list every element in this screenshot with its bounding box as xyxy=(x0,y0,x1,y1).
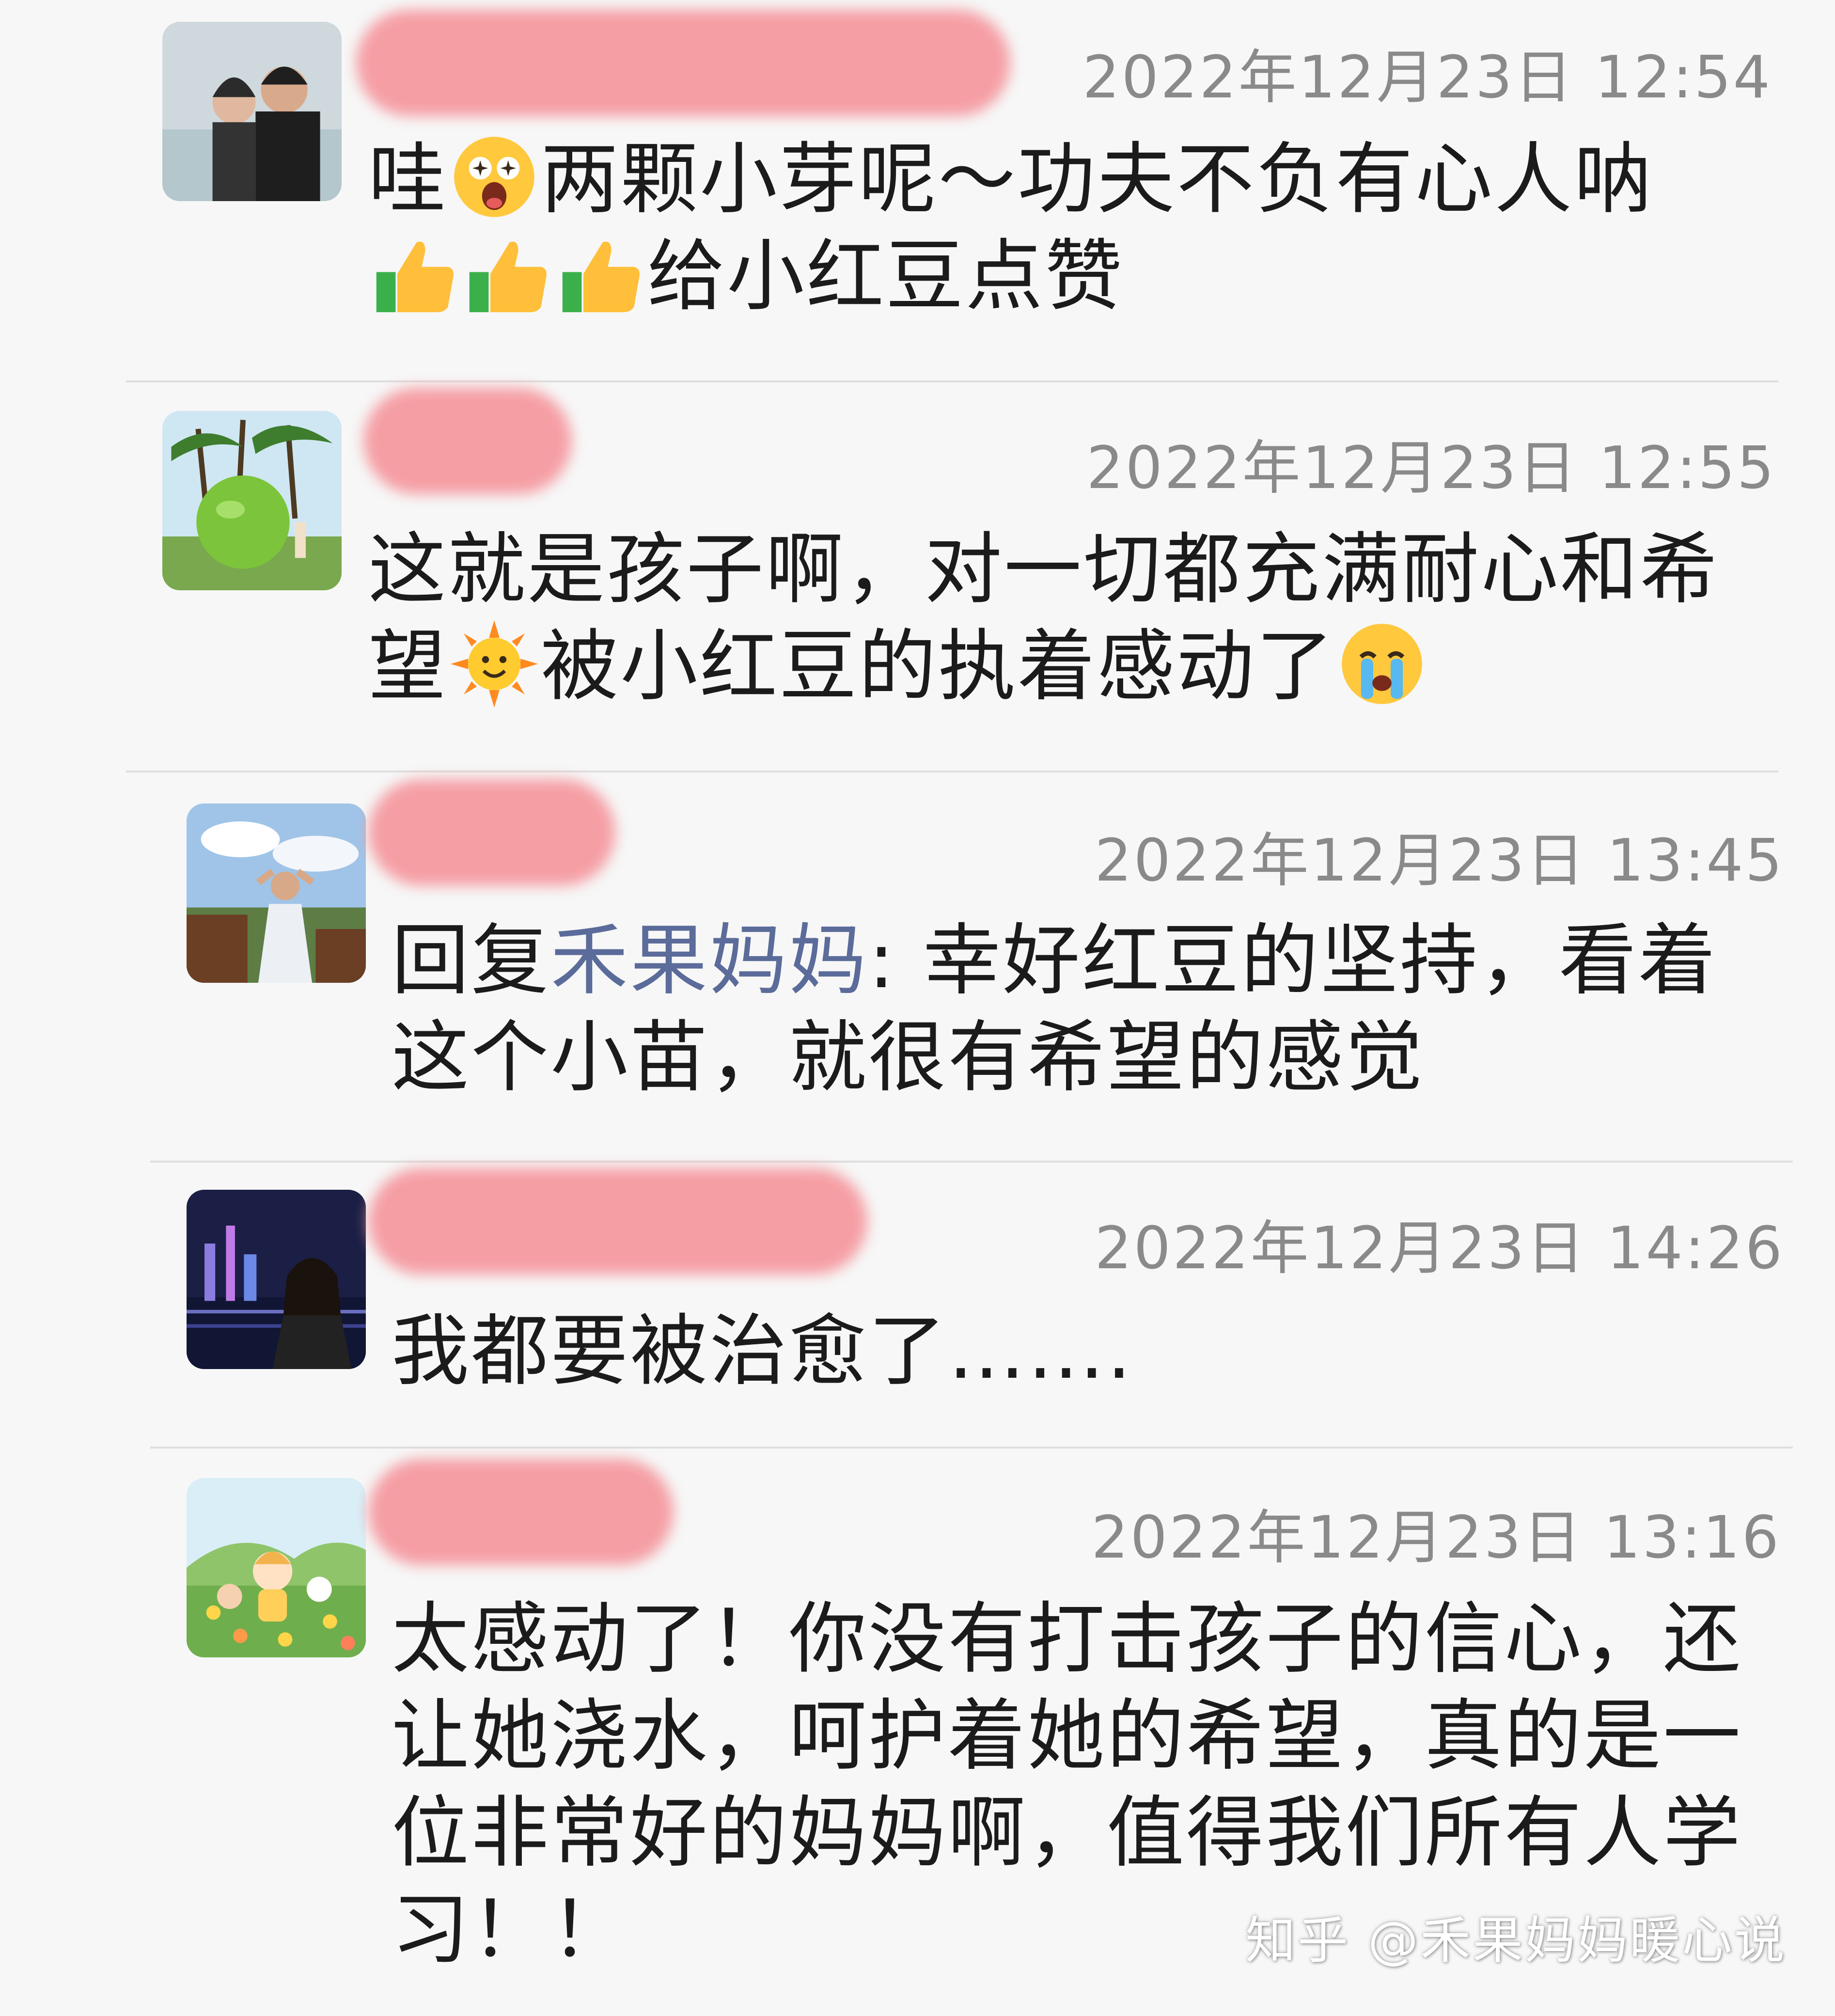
thumbs-up-icon xyxy=(557,230,644,317)
avatar-photo-woman-outdoors xyxy=(187,803,366,983)
avatar[interactable] xyxy=(187,1190,366,1369)
comment-timestamp: 2022年12月23日 14:26 xyxy=(1095,1215,1784,1282)
redacted-username xyxy=(368,1459,674,1565)
redacted-username xyxy=(368,779,615,886)
comment-text: 哇两颗小芽呢～功夫不负有心人呐 给小红豆点赞 xyxy=(368,133,1654,321)
sun-face-icon xyxy=(451,620,538,708)
reply-to-username[interactable]: 禾果妈妈 xyxy=(550,915,868,1006)
redacted-username xyxy=(363,388,572,494)
comment-divider xyxy=(126,771,1778,772)
avatar[interactable] xyxy=(162,411,342,590)
avatar[interactable] xyxy=(162,22,342,201)
comment-text: 回复禾果妈妈: 幸好红豆的坚持，看着这个小苗，就很有希望的感觉 xyxy=(392,915,1718,1102)
comment-divider xyxy=(150,1447,1793,1449)
thumbs-up-icon xyxy=(464,230,551,317)
comment-text: 我都要被治愈了……. xyxy=(392,1306,1133,1396)
reply-prefix: 回复 xyxy=(392,915,551,1006)
avatar-photo-night-city xyxy=(187,1190,366,1369)
redacted-username xyxy=(356,10,1010,116)
comment-timestamp: 2022年12月23日 13:16 xyxy=(1091,1504,1781,1572)
crying-face-icon xyxy=(1338,620,1426,708)
comment-divider xyxy=(126,380,1778,382)
comment-timestamp: 2022年12月23日 12:54 xyxy=(1082,44,1772,111)
comment-timestamp: 2022年12月23日 13:45 xyxy=(1095,827,1784,895)
watermark: 知乎 @禾果妈妈暖心说 xyxy=(1245,1911,1787,1970)
avatar[interactable] xyxy=(187,1478,366,1657)
comment-divider xyxy=(150,1161,1793,1163)
comment-timestamp: 2022年12月23日 12:55 xyxy=(1086,435,1776,502)
thumbs-up-icon xyxy=(371,230,458,317)
redacted-username xyxy=(368,1168,867,1275)
avatar-photo-couple xyxy=(162,22,342,201)
star-struck-face-icon xyxy=(451,133,538,220)
avatar[interactable] xyxy=(187,803,366,983)
comment-text: 这就是孩子啊，对一切都充满耐心和希望 被小红豆的执着感动了 xyxy=(368,524,1720,711)
avatar-photo-coconut xyxy=(162,411,342,590)
avatar-cartoon-flowers xyxy=(187,1478,366,1657)
